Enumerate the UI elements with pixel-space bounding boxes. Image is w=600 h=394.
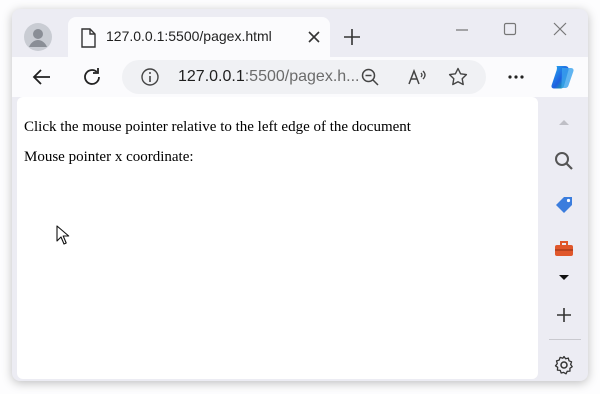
sidebar-divider <box>549 339 581 340</box>
edge-sidebar <box>543 97 588 381</box>
refresh-icon[interactable] <box>80 65 104 89</box>
copilot-icon[interactable] <box>548 62 578 92</box>
info-icon[interactable] <box>138 65 162 89</box>
url-path: :5500/pagex.h... <box>244 68 360 85</box>
profile-icon[interactable] <box>24 23 52 51</box>
caret-down-icon[interactable] <box>552 265 576 289</box>
tab-active[interactable]: 127.0.0.1:5500/pagex.html <box>68 17 330 57</box>
tools-icon[interactable] <box>552 237 576 261</box>
tab-strip: 127.0.0.1:5500/pagex.html <box>12 9 588 57</box>
url-host: 127.0.0.1 <box>178 68 245 85</box>
url-text[interactable]: 127.0.0.1:5500/pagex.h... <box>178 68 360 86</box>
coordinate-label: Mouse pointer x coordinate: <box>24 149 194 165</box>
back-arrow-icon[interactable] <box>30 65 54 89</box>
page-content[interactable]: Click the mouse pointer relative to the … <box>17 97 538 379</box>
maximize-icon[interactable] <box>498 17 522 41</box>
read-aloud-icon[interactable] <box>405 65 429 89</box>
plus-icon[interactable] <box>340 25 364 49</box>
close-window-icon[interactable] <box>548 17 572 41</box>
scroll-up-icon[interactable] <box>552 111 576 135</box>
address-bar[interactable]: 127.0.0.1:5500/pagex.h... <box>122 60 486 94</box>
favorite-star-icon[interactable] <box>446 65 470 89</box>
more-icon[interactable] <box>504 65 528 89</box>
settings-gear-icon[interactable] <box>552 353 576 377</box>
add-icon[interactable] <box>552 303 576 327</box>
browser-window: 127.0.0.1:5500/pagex.html 127.0.0.1:5500… <box>12 9 588 381</box>
zoom-out-icon[interactable] <box>358 65 382 89</box>
shopping-tag-icon[interactable] <box>552 193 576 217</box>
minimize-icon[interactable] <box>450 17 474 41</box>
instruction-text: Click the mouse pointer relative to the … <box>24 119 411 135</box>
tab-title: 127.0.0.1:5500/pagex.html <box>106 28 272 44</box>
search-icon[interactable] <box>552 149 576 173</box>
mouse-cursor-icon <box>56 225 70 249</box>
close-icon[interactable] <box>304 27 324 47</box>
document-icon <box>80 28 96 52</box>
toolbar: 127.0.0.1:5500/pagex.h... <box>12 57 588 97</box>
